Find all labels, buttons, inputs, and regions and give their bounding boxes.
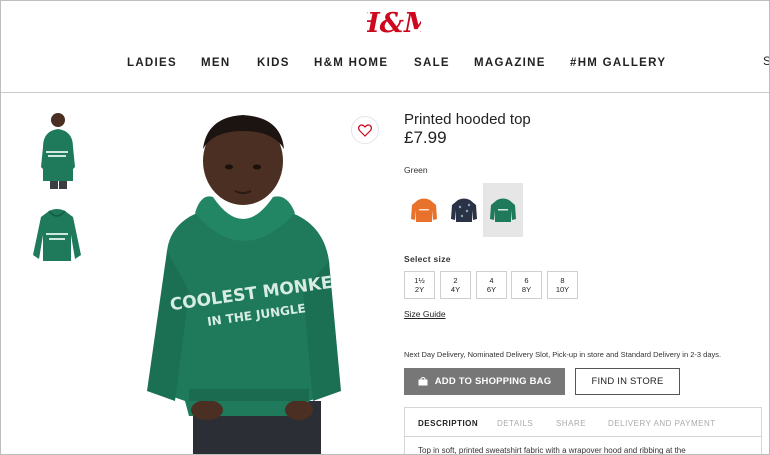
tab-share[interactable]: SHARE: [556, 419, 586, 428]
nav-magazine[interactable]: MAGAZINE: [474, 57, 546, 69]
nav-ladies[interactable]: LADIES: [127, 57, 177, 69]
color-label: Green: [404, 165, 428, 175]
size-option[interactable]: 1½ 2Y: [404, 271, 435, 299]
nav-hm-gallery[interactable]: #HM GALLERY: [570, 57, 666, 69]
nav-sale[interactable]: SALE: [414, 57, 450, 69]
thumbnail-product-flat[interactable]: [29, 205, 85, 265]
add-to-bag-label: ADD TO SHOPPING BAG: [434, 376, 552, 387]
product-price: £7.99: [404, 128, 447, 147]
main-nav: LADIES MEN KIDS H&M HOME SALE MAGAZINE #…: [1, 57, 769, 73]
tab-divider: [405, 436, 761, 437]
delivery-note: Next Day Delivery, Nominated Delivery Sl…: [404, 350, 722, 359]
nav-men[interactable]: MEN: [201, 57, 230, 69]
size-option[interactable]: 2 4Y: [440, 271, 471, 299]
product-title: Printed hooded top: [404, 111, 531, 128]
nav-kids[interactable]: KIDS: [257, 57, 290, 69]
tab-description[interactable]: DESCRIPTION: [418, 419, 478, 428]
swatch-green-selected[interactable]: [483, 183, 523, 237]
thumbnail-model[interactable]: [29, 107, 85, 191]
tab-details[interactable]: DETAILS: [497, 419, 533, 428]
navy-hoodie-icon: [451, 198, 477, 222]
orange-hoodie-icon: [411, 198, 437, 222]
swatch-orange[interactable]: [404, 183, 444, 237]
wishlist-button[interactable]: [351, 116, 379, 144]
logo-text: H&M: [367, 8, 421, 39]
nav-cut-off-item[interactable]: S: [763, 54, 769, 68]
swatch-navy[interactable]: [444, 183, 484, 237]
tab-delivery-payment[interactable]: DELIVERY AND PAYMENT: [608, 419, 716, 428]
product-description: Top in soft, printed sweatshirt fabric w…: [418, 446, 686, 455]
product-info-tabs: DESCRIPTION DETAILS SHARE DELIVERY AND P…: [404, 407, 762, 455]
size-label: Select size: [404, 254, 451, 264]
green-hoodie-icon: [490, 198, 516, 222]
size-option[interactable]: 4 6Y: [476, 271, 507, 299]
nav-hm-home[interactable]: H&M HOME: [314, 57, 388, 69]
heart-icon: [358, 123, 372, 137]
main-product-image[interactable]: COOLEST MONKE IN THE JUNGLE: [97, 101, 393, 454]
size-option[interactable]: 6 8Y: [511, 271, 542, 299]
page-frame: H&M LADIES MEN KIDS H&M HOME SALE MAGAZI…: [0, 0, 770, 455]
hm-logo[interactable]: H&M: [353, 5, 435, 39]
add-to-bag-button[interactable]: ADD TO SHOPPING BAG: [404, 368, 565, 395]
find-in-store-button[interactable]: FIND IN STORE: [575, 368, 680, 395]
size-guide-link[interactable]: Size Guide: [404, 309, 446, 319]
shopping-bag-icon: [418, 377, 428, 386]
size-option[interactable]: 8 10Y: [547, 271, 578, 299]
header-divider: [1, 92, 769, 93]
